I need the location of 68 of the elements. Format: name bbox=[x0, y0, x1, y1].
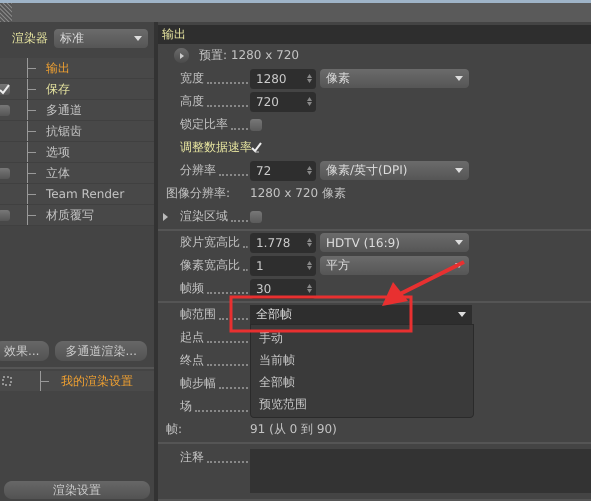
info-value: 91 (从 0 到 90) bbox=[250, 421, 337, 438]
checkbox[interactable] bbox=[0, 84, 10, 94]
spinner-arrows-icon[interactable] bbox=[307, 238, 312, 247]
field-label: 像素宽高比 bbox=[180, 257, 240, 274]
menu-item[interactable]: 当前帧 bbox=[251, 349, 473, 371]
dotted-square-icon bbox=[2, 376, 12, 386]
field-label: 胶片宽高比 bbox=[180, 234, 240, 251]
field-label: 高度 bbox=[180, 93, 204, 110]
panel-title: 输出 bbox=[158, 25, 591, 44]
grip-icon bbox=[0, 3, 12, 22]
menu-item[interactable]: 预览范围 bbox=[251, 393, 473, 415]
field-label: 宽度 bbox=[180, 70, 204, 87]
caret-icon bbox=[134, 36, 142, 40]
frame-range-dropdown[interactable]: 全部帧 bbox=[250, 305, 472, 324]
spinner-arrows-icon[interactable] bbox=[307, 97, 312, 106]
number-field[interactable]: 72 bbox=[250, 160, 316, 180]
info-label: 图像分辨率: bbox=[165, 185, 232, 202]
field-label: 分辨率 bbox=[180, 162, 216, 179]
checkmark-icon bbox=[250, 142, 262, 153]
number-field[interactable]: 1280 bbox=[250, 68, 316, 88]
checkmark-icon bbox=[0, 84, 10, 94]
menu-item[interactable]: 全部帧 bbox=[251, 371, 473, 393]
checkbox[interactable] bbox=[0, 104, 10, 116]
settings-tree-item[interactable]: 保存 bbox=[40, 80, 76, 98]
checkbox[interactable] bbox=[0, 210, 10, 220]
number-field[interactable]: 1 bbox=[250, 256, 316, 276]
caret-icon bbox=[455, 240, 463, 245]
field-label: 帧步幅 bbox=[180, 375, 216, 392]
settings-tree-item[interactable]: 立体 bbox=[40, 164, 76, 182]
render-settings-button[interactable]: 渲染设置 bbox=[4, 481, 150, 499]
caret-icon bbox=[455, 168, 463, 173]
field-label: 调整数据速率 bbox=[180, 139, 252, 156]
preset-button[interactable] bbox=[174, 48, 189, 63]
spinner-arrows-icon[interactable] bbox=[307, 166, 312, 175]
field-label: 帧频 bbox=[180, 280, 204, 297]
renderer-dropdown[interactable]: 标准 bbox=[54, 28, 148, 48]
number-field[interactable]: 720 bbox=[250, 92, 316, 112]
unit-dropdown[interactable]: 像素/英寸(DPI) bbox=[320, 161, 469, 180]
info-label: 帧: bbox=[165, 421, 184, 438]
unit-dropdown[interactable]: HDTV (16:9) bbox=[320, 233, 469, 252]
checkbox[interactable] bbox=[0, 168, 10, 178]
field-label: 场 bbox=[180, 398, 192, 415]
number-field[interactable]: 1.778 bbox=[250, 232, 316, 252]
panel-button[interactable]: 效果... bbox=[0, 341, 50, 361]
field-label: 注释 bbox=[180, 449, 204, 466]
field-label: 终点 bbox=[180, 352, 204, 369]
checkbox[interactable] bbox=[250, 142, 262, 154]
spinner-arrows-icon[interactable] bbox=[307, 261, 312, 270]
caret-icon bbox=[455, 76, 463, 81]
menu-item[interactable]: 手动 bbox=[251, 327, 473, 349]
field-label: 渲染区域 bbox=[180, 208, 228, 225]
settings-tree-item[interactable]: 输出 bbox=[40, 60, 76, 76]
field-label: 锁定比率 bbox=[180, 116, 228, 133]
collapsed-arrow-icon[interactable] bbox=[163, 212, 169, 220]
checkbox[interactable] bbox=[250, 210, 262, 222]
renderer-label: 渲染器 bbox=[12, 30, 48, 46]
checkbox[interactable] bbox=[250, 118, 262, 130]
spinner-arrows-icon[interactable] bbox=[307, 74, 312, 83]
field-label: 起点 bbox=[180, 329, 204, 346]
panel-button[interactable]: 多通道渲染... bbox=[55, 341, 147, 361]
field-label: 帧范围 bbox=[180, 306, 216, 323]
preset-label: 预置: 1280 x 720 bbox=[199, 47, 300, 64]
settings-tree-item[interactable]: 选项 bbox=[40, 144, 76, 160]
caret-icon bbox=[458, 312, 466, 317]
info-value: 1280 x 720 像素 bbox=[250, 185, 346, 202]
play-icon bbox=[180, 52, 184, 58]
spinner-arrows-icon[interactable] bbox=[307, 284, 312, 293]
unit-dropdown[interactable]: 像素 bbox=[320, 69, 469, 88]
